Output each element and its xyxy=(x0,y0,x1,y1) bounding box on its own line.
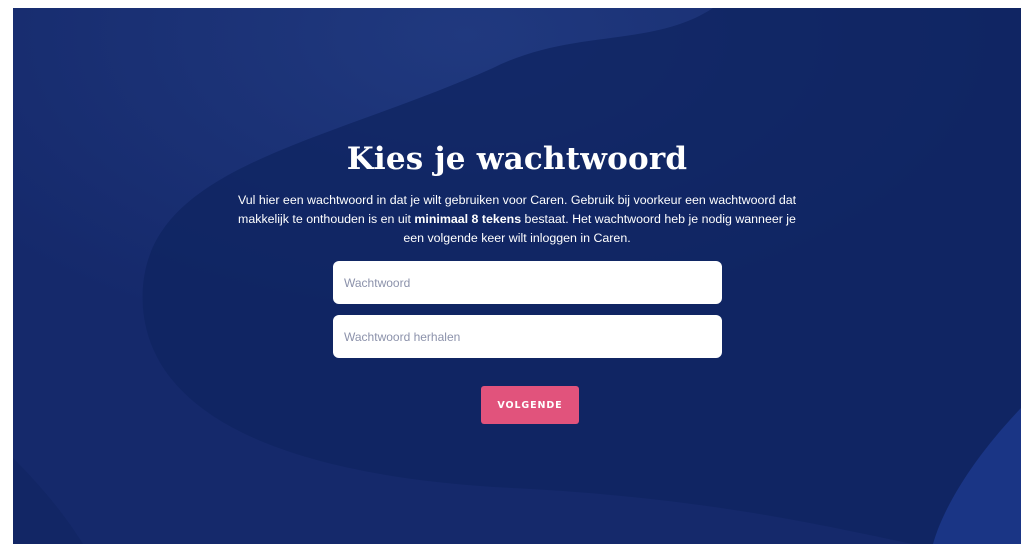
intro-text-bold: minimaal 8 tekens xyxy=(414,212,522,226)
form-container: Kies je wachtwoord Vul hier een wachtwoo… xyxy=(13,8,1021,544)
intro-text: Vul hier een wachtwoord in dat je wilt g… xyxy=(227,191,807,248)
password-page: Kies je wachtwoord Vul hier een wachtwoo… xyxy=(13,8,1021,544)
next-button[interactable]: VOLGENDE xyxy=(481,386,579,424)
password-input[interactable] xyxy=(333,261,722,304)
password-repeat-input[interactable] xyxy=(333,315,722,358)
page-title: Kies je wachtwoord xyxy=(346,141,688,177)
